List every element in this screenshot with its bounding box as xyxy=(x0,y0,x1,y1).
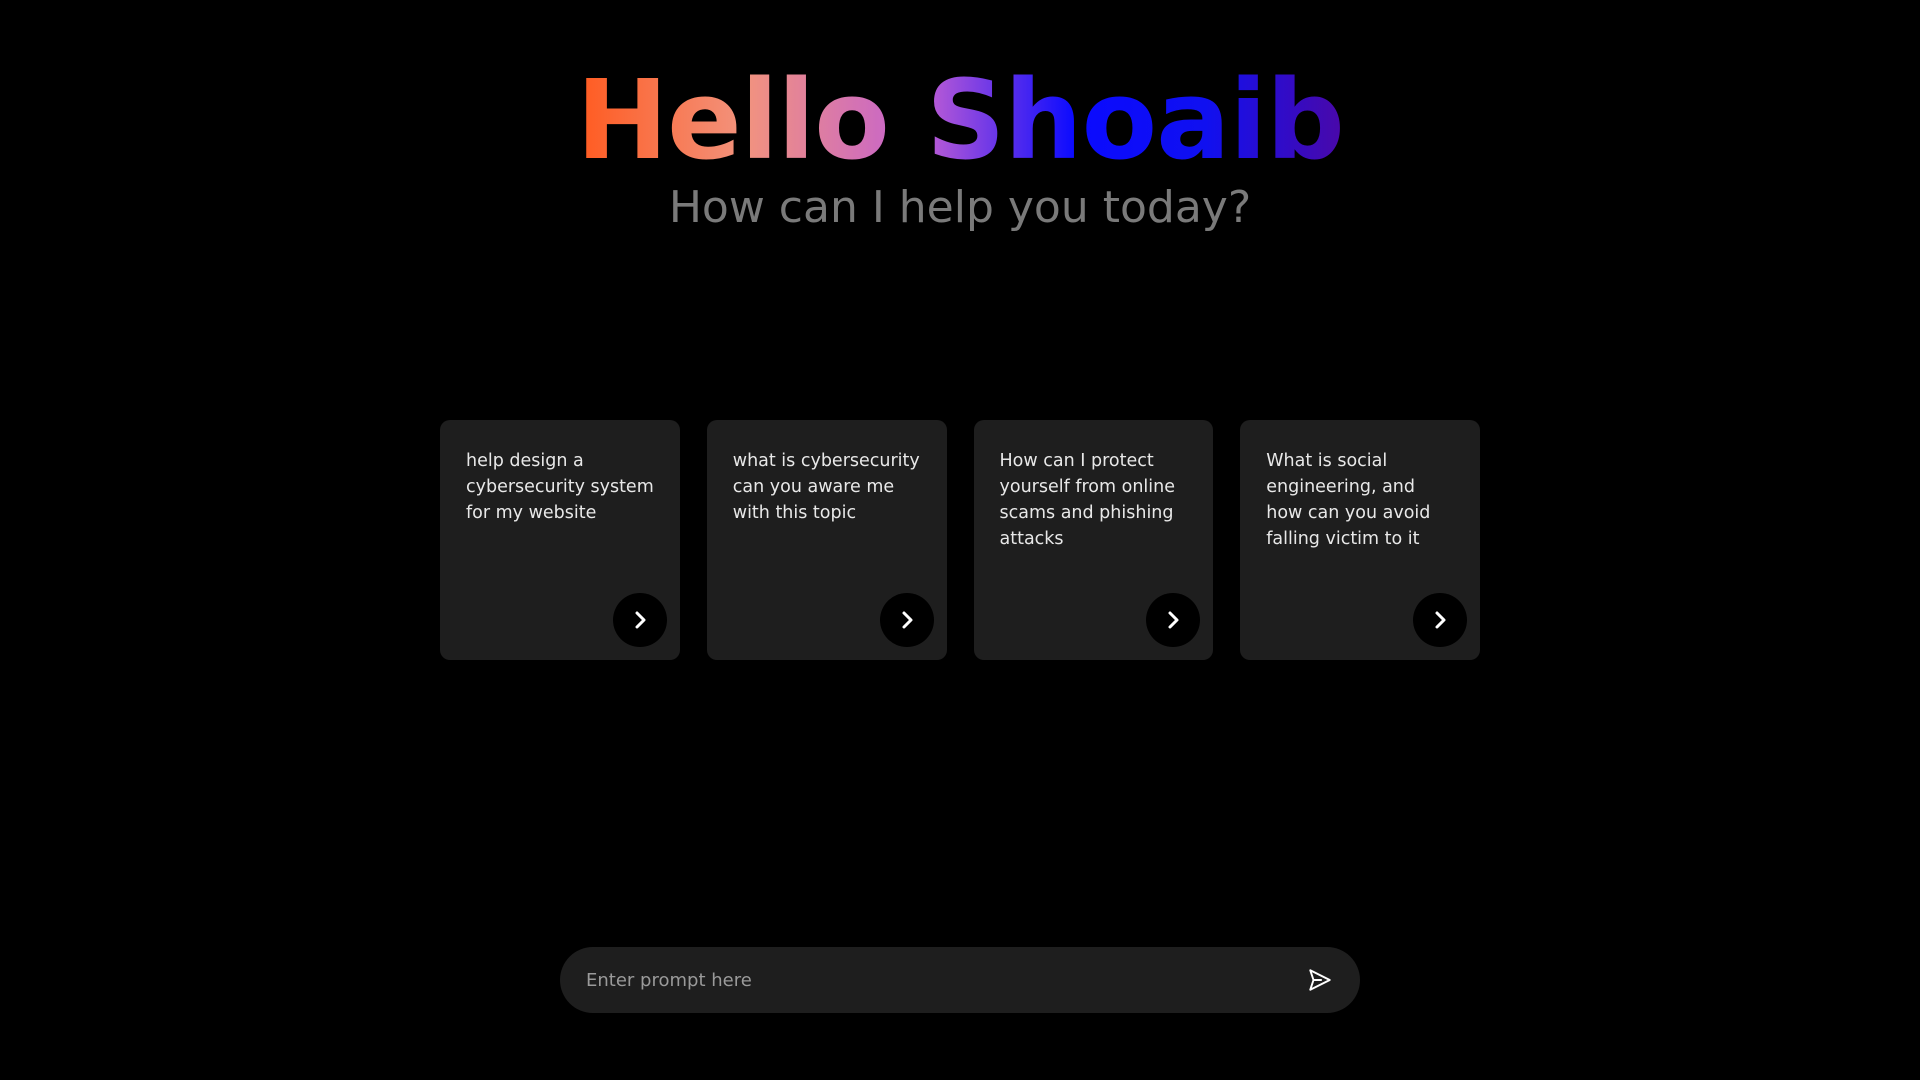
chevron-right-icon[interactable] xyxy=(1146,593,1201,647)
suggestion-cards: help design a cybersecurity system for m… xyxy=(440,420,1480,660)
send-button[interactable] xyxy=(1302,962,1338,998)
chevron-right-icon[interactable] xyxy=(879,593,934,647)
suggestion-card[interactable]: what is cybersecurity can you aware me w… xyxy=(706,420,947,660)
suggestion-card[interactable]: How can I protect yourself from online s… xyxy=(973,420,1214,660)
chevron-right-icon[interactable] xyxy=(612,593,667,647)
greeting-subtitle: How can I help you today? xyxy=(668,182,1252,233)
prompt-bar xyxy=(560,947,1360,1013)
suggestion-card-text: What is social engineering, and how can … xyxy=(1266,451,1431,549)
suggestion-card[interactable]: What is social engineering, and how can … xyxy=(1240,420,1480,660)
suggestion-card-text: help design a cybersecurity system for m… xyxy=(466,451,654,523)
app-root: Hello Shoaib How can I help you today? h… xyxy=(0,0,1920,1080)
suggestion-card-text: How can I protect yourself from online s… xyxy=(999,451,1176,549)
prompt-input[interactable] xyxy=(586,969,1302,991)
chevron-right-icon[interactable] xyxy=(1413,593,1467,647)
suggestion-card[interactable]: help design a cybersecurity system for m… xyxy=(440,420,680,660)
greeting-section: Hello Shoaib How can I help you today? xyxy=(0,60,1920,234)
suggestion-card-text: what is cybersecurity can you aware me w… xyxy=(732,451,920,523)
greeting-title: Hello Shoaib xyxy=(576,56,1345,184)
send-icon xyxy=(1309,969,1331,991)
